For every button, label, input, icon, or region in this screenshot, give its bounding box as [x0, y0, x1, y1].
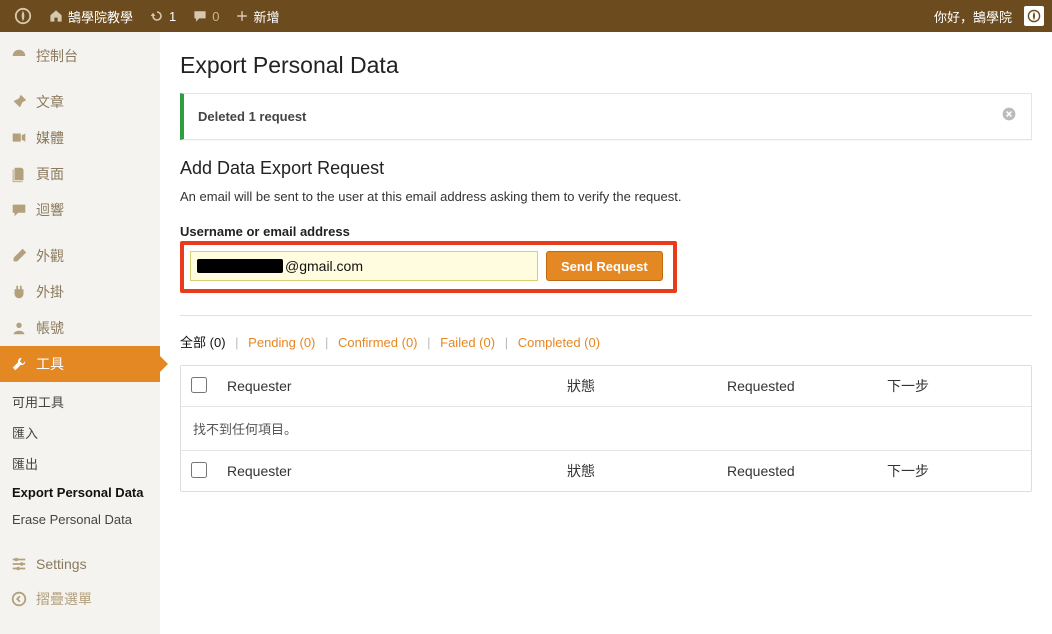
comment-icon — [10, 201, 28, 219]
filter-completed[interactable]: Completed (0) — [518, 335, 600, 350]
page-icon — [10, 165, 28, 183]
sidebar-item-plugins[interactable]: 外掛 — [0, 274, 160, 310]
col-next[interactable]: 下一步 — [877, 366, 1031, 407]
col-requested[interactable]: Requested — [717, 366, 877, 407]
email-input[interactable]: @gmail.com — [190, 251, 538, 281]
admin-topbar: 鵠學院教學 1 0 新增 你好，鵠學院 — [0, 0, 1052, 32]
col-requester-foot[interactable]: Requester — [217, 450, 557, 491]
sub-item-available-tools[interactable]: 可用工具 — [0, 386, 160, 417]
select-all-bottom[interactable] — [191, 462, 207, 478]
col-status[interactable]: 狀態 — [557, 366, 717, 407]
select-all-top[interactable] — [191, 377, 207, 393]
sidebar-item-media[interactable]: 媒體 — [0, 120, 160, 156]
section-title: Add Data Export Request — [180, 158, 1032, 179]
comments-count: 0 — [212, 9, 219, 24]
col-requested-foot[interactable]: Requested — [717, 450, 877, 491]
site-home-link[interactable]: 鵠學院教學 — [42, 0, 139, 32]
sliders-icon — [10, 555, 28, 573]
email-field-label: Username or email address — [180, 224, 1032, 239]
filter-confirmed[interactable]: Confirmed (0) — [338, 335, 417, 350]
site-name: 鵠學院教學 — [68, 7, 133, 26]
filter-failed[interactable]: Failed (0) — [440, 335, 495, 350]
col-next-foot[interactable]: 下一步 — [877, 450, 1031, 491]
col-status-foot[interactable]: 狀態 — [557, 450, 717, 491]
sidebar-item-posts[interactable]: 文章 — [0, 84, 160, 120]
tools-submenu: 可用工具 匯入 匯出 Export Personal Data Erase Pe… — [0, 382, 160, 537]
sidebar-collapse[interactable]: 摺疊選單 — [0, 581, 160, 617]
sidebar-item-pages[interactable]: 頁面 — [0, 156, 160, 192]
new-content-link[interactable]: 新增 — [229, 0, 285, 32]
empty-message: 找不到任何項目。 — [181, 407, 1031, 450]
sub-item-import[interactable]: 匯入 — [0, 417, 160, 448]
page-title: Export Personal Data — [180, 40, 1032, 93]
send-request-button[interactable]: Send Request — [546, 251, 663, 281]
plugin-icon — [10, 283, 28, 301]
table-empty-row: 找不到任何項目。 — [181, 407, 1031, 450]
dismiss-notice-button[interactable] — [1001, 106, 1017, 127]
redacted-email-local — [197, 259, 283, 273]
greeting[interactable]: 你好，鵠學院 — [928, 0, 1018, 32]
table-header-row: Requester 狀態 Requested 下一步 — [181, 366, 1031, 407]
brush-icon — [10, 247, 28, 265]
sub-item-erase-personal-data[interactable]: Erase Personal Data — [0, 506, 160, 533]
updates-count: 1 — [169, 9, 176, 24]
wrench-icon — [10, 355, 28, 373]
updates-link[interactable]: 1 — [143, 0, 182, 32]
comments-link[interactable]: 0 — [186, 0, 225, 32]
wp-logo[interactable] — [8, 0, 38, 32]
dashboard-icon — [10, 47, 28, 65]
avatar[interactable] — [1024, 6, 1044, 26]
section-description: An email will be sent to the user at thi… — [180, 189, 1032, 204]
sidebar-item-tools[interactable]: 工具 — [0, 346, 160, 382]
pin-icon — [10, 93, 28, 111]
success-notice: Deleted 1 request — [180, 93, 1032, 140]
sidebar-item-users[interactable]: 帳號 — [0, 310, 160, 346]
col-requester[interactable]: Requester — [217, 366, 557, 407]
sidebar-item-comments[interactable]: 迴響 — [0, 192, 160, 228]
requests-table: Requester 狀態 Requested 下一步 找不到任何項目。 Requ… — [180, 365, 1032, 492]
main-content: Export Personal Data Deleted 1 request A… — [160, 32, 1052, 634]
media-icon — [10, 129, 28, 147]
filter-pending[interactable]: Pending (0) — [248, 335, 315, 350]
admin-sidebar: 控制台 文章 媒體 頁面 迴響 外觀 外掛 帳號 — [0, 32, 160, 634]
new-label: 新增 — [253, 7, 279, 26]
notice-text: Deleted 1 request — [198, 109, 306, 124]
sub-item-export[interactable]: 匯出 — [0, 448, 160, 479]
divider — [180, 315, 1032, 316]
request-form-highlight: @gmail.com Send Request — [180, 241, 677, 293]
user-icon — [10, 319, 28, 337]
sidebar-item-dashboard[interactable]: 控制台 — [0, 38, 160, 74]
sidebar-item-appearance[interactable]: 外觀 — [0, 238, 160, 274]
filter-all[interactable]: 全部 (0) — [180, 335, 226, 350]
sidebar-item-settings[interactable]: Settings — [0, 547, 160, 581]
collapse-icon — [10, 590, 28, 608]
close-icon — [1001, 106, 1017, 122]
table-footer-row: Requester 狀態 Requested 下一步 — [181, 450, 1031, 491]
status-filters: 全部 (0) | Pending (0) | Confirmed (0) | F… — [180, 332, 1032, 351]
sub-item-export-personal-data[interactable]: Export Personal Data — [0, 479, 160, 506]
